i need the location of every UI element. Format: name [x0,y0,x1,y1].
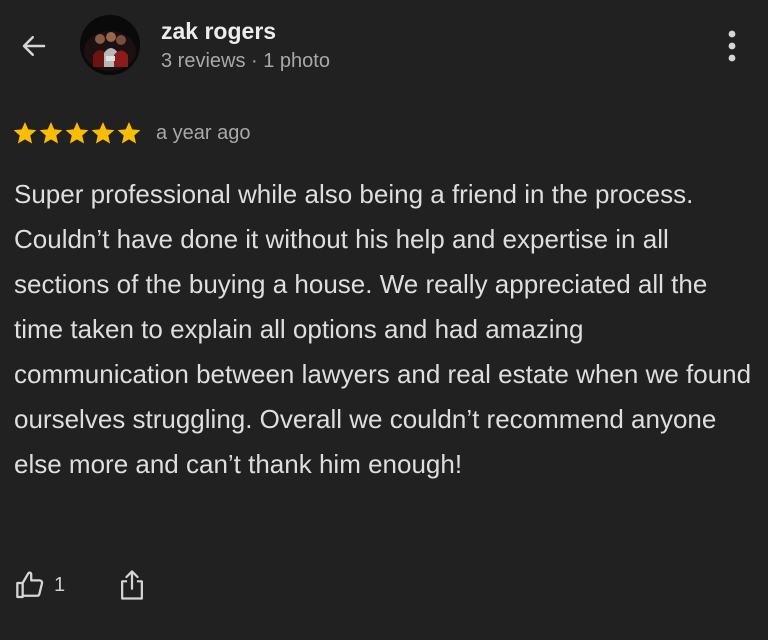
arrow-left-icon [22,36,46,56]
more-options-button[interactable] [714,26,750,66]
like-button[interactable]: 1 [14,569,65,601]
review-actions: 1 [14,565,147,605]
reviewer-header: zak rogers 3 reviews · 1 photo [0,0,768,100]
star-icon [65,121,89,144]
star-rating [12,120,142,146]
star-icon [39,121,63,144]
star-icon [91,121,115,144]
star-icon [13,121,37,144]
reviewer-name[interactable]: zak rogers [161,17,276,45]
rating-row: a year ago [12,118,251,148]
reviewer-stats: 3 reviews · 1 photo [161,50,330,72]
like-count: 1 [54,573,66,596]
review-date: a year ago [156,121,251,144]
avatar[interactable] [80,15,140,75]
thumbs-up-icon [16,571,44,599]
share-icon [121,570,144,600]
share-button[interactable] [117,569,147,601]
more-vertical-icon [728,30,736,62]
review-text: Super professional while also being a fr… [14,179,752,479]
profile-photo [80,15,140,75]
back-button[interactable] [14,26,54,66]
star-icon [117,121,141,144]
